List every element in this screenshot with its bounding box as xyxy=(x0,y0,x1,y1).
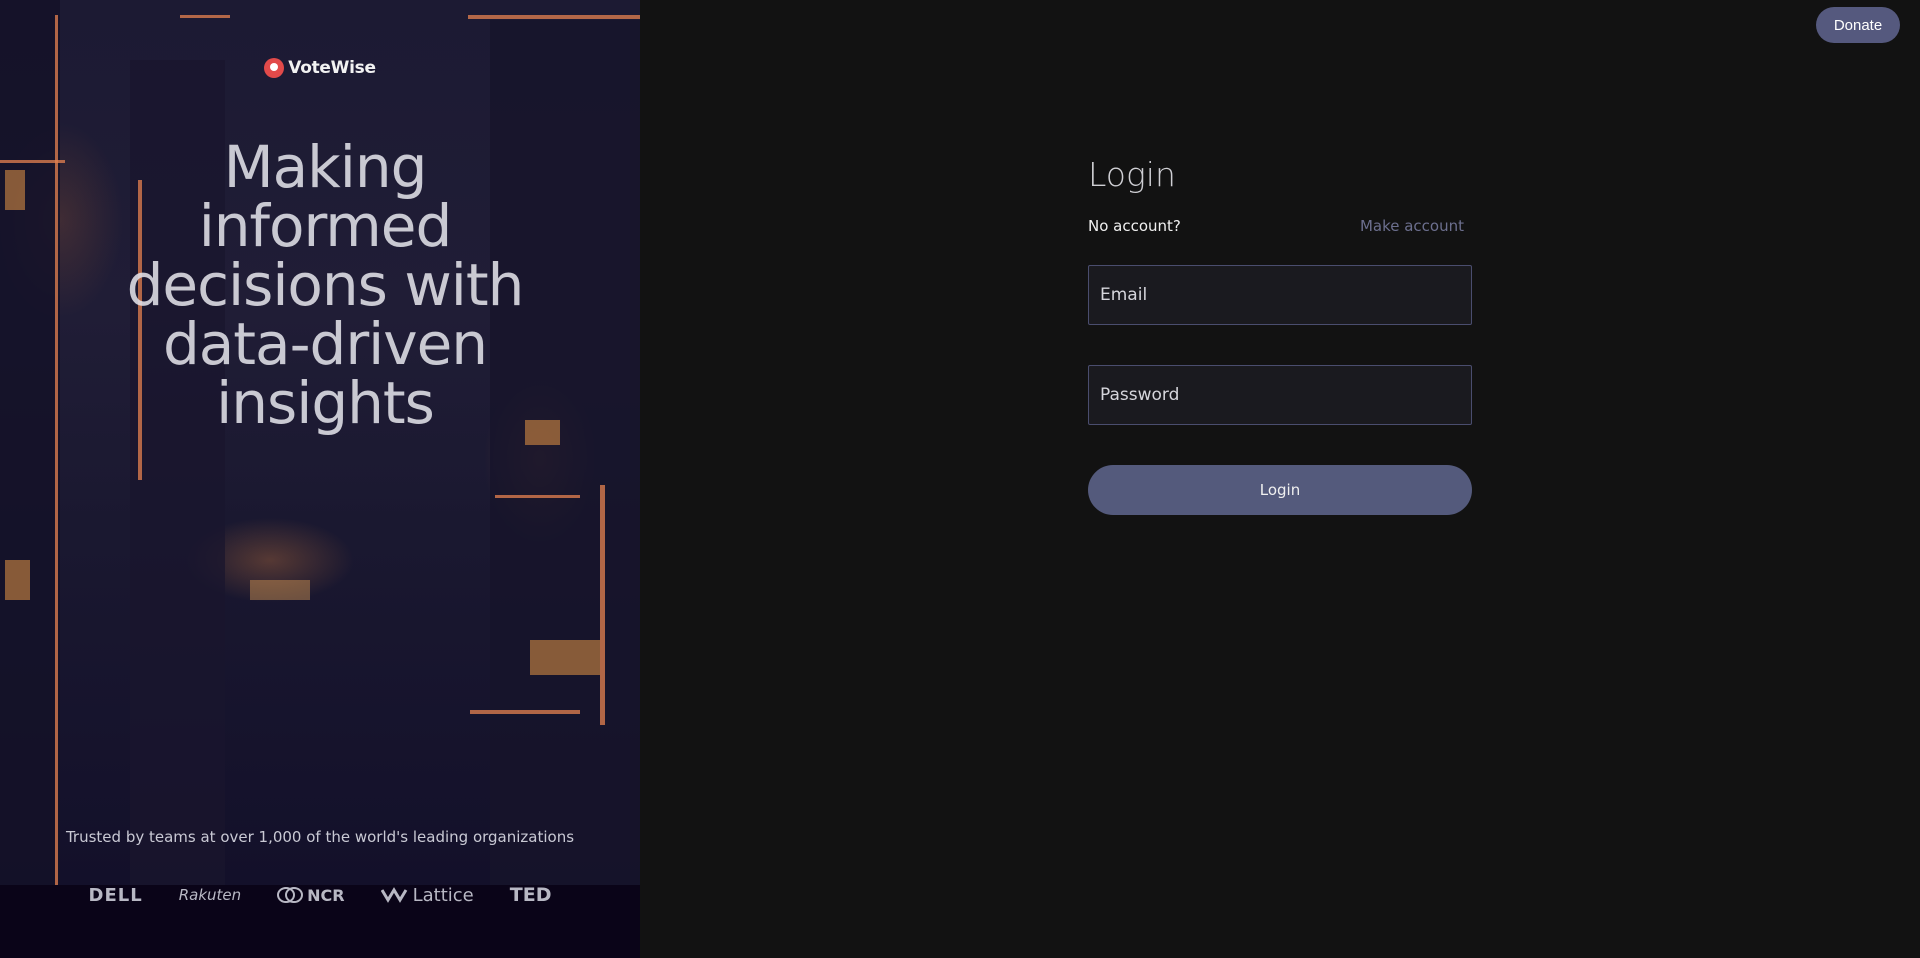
partner-logos: DELL Rakuten NCR Lattice TED xyxy=(0,875,640,915)
lattice-label: Lattice xyxy=(412,884,474,906)
login-button[interactable]: Login xyxy=(1088,465,1472,515)
ncr-logo: NCR xyxy=(277,885,345,905)
make-account-link[interactable]: Make account xyxy=(1360,217,1464,235)
donate-button[interactable]: Donate xyxy=(1816,7,1900,43)
rakuten-logo: Rakuten xyxy=(178,886,242,904)
neon-stripe xyxy=(600,485,605,725)
mic-icon xyxy=(264,58,285,78)
building xyxy=(0,0,60,885)
login-form: Login No account? Make account Login xyxy=(1088,155,1472,515)
ted-logo: TED xyxy=(509,884,552,906)
lattice-mark-icon xyxy=(380,887,407,903)
login-title: Login xyxy=(1088,155,1176,194)
hero-line: Making xyxy=(223,133,428,201)
email-field[interactable] xyxy=(1088,265,1472,325)
account-row: No account? Make account xyxy=(1088,217,1464,235)
neon-stripe xyxy=(0,160,65,163)
hero-line: data-driven xyxy=(162,310,488,378)
lit-window xyxy=(530,640,600,675)
neon-stripe xyxy=(180,15,230,18)
lit-window xyxy=(5,560,30,600)
ncr-mark-icon xyxy=(277,887,304,903)
brand-name: VoteWise xyxy=(288,58,376,78)
hero-line: insights xyxy=(216,369,435,437)
hero-headline: Making informed decisions with data-driv… xyxy=(90,138,560,433)
hero-line: decisions with xyxy=(126,251,525,319)
no-account-text: No account? xyxy=(1088,217,1181,235)
neon-stripe xyxy=(495,495,580,498)
brand-logo[interactable]: VoteWise xyxy=(0,58,640,78)
hero-panel: VoteWise Making informed decisions with … xyxy=(0,0,640,958)
trusted-by-text: Trusted by teams at over 1,000 of the wo… xyxy=(65,828,575,846)
neon-stripe xyxy=(468,15,640,19)
dell-logo: DELL xyxy=(88,884,143,906)
lattice-logo: Lattice xyxy=(380,884,474,906)
hero-line: informed xyxy=(198,192,453,260)
password-field[interactable] xyxy=(1088,365,1472,425)
neon-stripe xyxy=(470,710,580,714)
lit-window xyxy=(250,580,310,600)
neon-stripe xyxy=(55,15,58,885)
ncr-label: NCR xyxy=(307,885,345,905)
lit-window xyxy=(5,170,25,210)
